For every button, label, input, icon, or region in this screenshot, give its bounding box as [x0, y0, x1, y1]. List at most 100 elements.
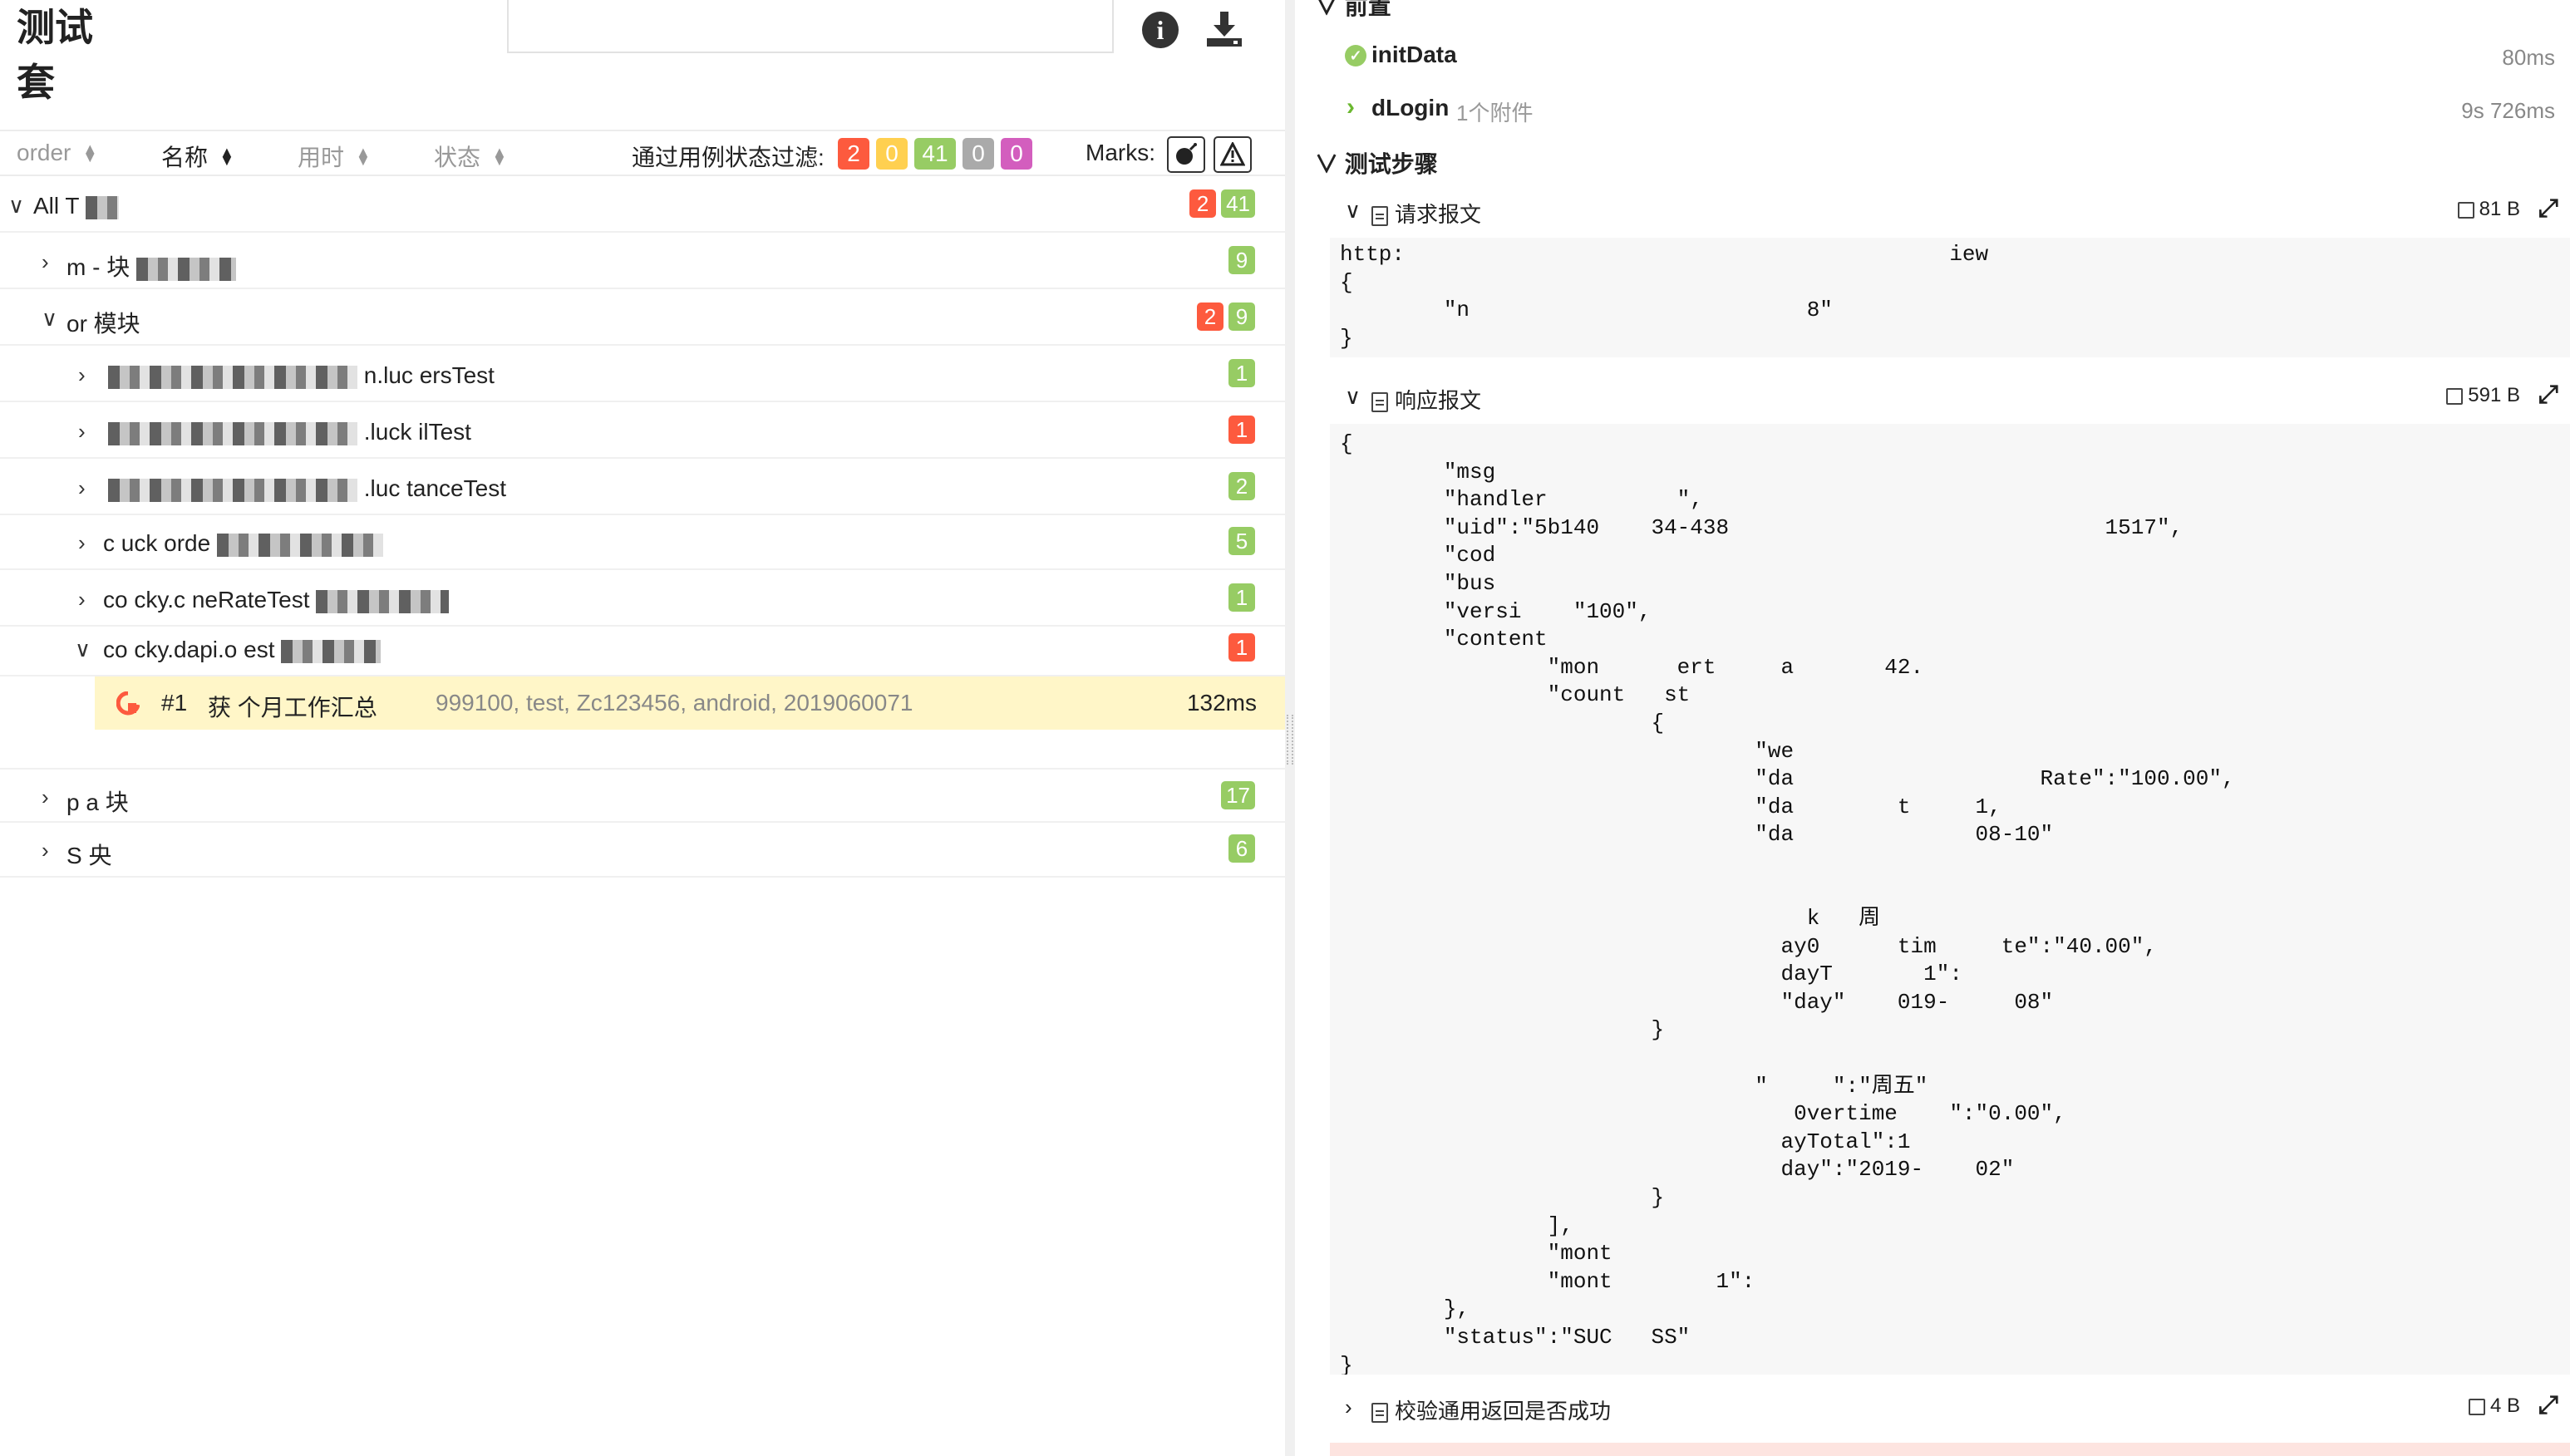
- filter-unknown-toggle[interactable]: 0: [1001, 138, 1032, 170]
- download-icon[interactable]: [1204, 8, 1245, 50]
- tree-node-counts: 1: [1228, 633, 1255, 662]
- passed-count-badge: 2: [1228, 472, 1255, 500]
- passed-count-badge: 1: [1228, 583, 1255, 612]
- response-attachment-header[interactable]: ∨ 响应报文 591 B ⤢: [1297, 376, 2570, 417]
- filter-passed-toggle[interactable]: 41: [914, 138, 956, 170]
- chevron-right-icon[interactable]: ›: [78, 362, 86, 388]
- chevron-down-icon[interactable]: ∨: [42, 306, 57, 332]
- chevron-right-icon[interactable]: ›: [78, 530, 86, 556]
- chevron-down-icon: ∨: [1345, 384, 1361, 409]
- setup-step-initdata[interactable]: ✓ initData 80ms: [1297, 30, 2570, 83]
- chevron-right-icon: ›: [1347, 93, 1355, 121]
- tree-node-counts: 1: [1228, 583, 1255, 612]
- tree-node-counts: 6: [1228, 834, 1255, 863]
- check-step-title: 校验通用返回是否成功: [1371, 1395, 1611, 1425]
- setup-step-dlogin[interactable]: › dLogin 1个附件 9s 726ms: [1297, 83, 2570, 136]
- setup-section-label: 前置: [1344, 0, 1391, 19]
- steps-section-header[interactable]: ∨ 测试步骤: [1315, 146, 1438, 180]
- tree-node-label: co cky.dapi.o est: [103, 637, 382, 663]
- sort-by-duration[interactable]: 用时 ▲ ▼: [298, 140, 371, 173]
- tree-node-counts: 1: [1228, 359, 1255, 387]
- status-filter-label: 通过用例状态过滤:: [632, 145, 825, 170]
- tree-node-label: m - 块: [66, 249, 236, 283]
- sort-filter-bar: order ▲ ▼ 名称 ▲ ▼ 用时 ▲ ▼ 状态 ▲ ▼ 通过用例状态过滤: 2 0…: [0, 130, 1285, 176]
- passed-count-badge: 6: [1228, 834, 1255, 863]
- tree-node-class[interactable]: › n.luc ersTest 1: [0, 347, 1285, 402]
- chevron-down-icon: ∨: [1345, 198, 1361, 223]
- setup-step-name: dLogin: [1371, 95, 1450, 121]
- chevron-down-icon[interactable]: ∨: [75, 637, 91, 662]
- filter-failed-toggle[interactable]: 2: [838, 138, 869, 170]
- search-input[interactable]: [507, 0, 1114, 53]
- sort-label-duration: 用时: [298, 145, 345, 170]
- tree-node-label: n.luc ersTest: [108, 362, 495, 389]
- tree-node-class-expanded[interactable]: ∨ co cky.dapi.o est 1: [0, 622, 1285, 676]
- tree-node-group[interactable]: ∨ or 模块 2 9: [0, 291, 1285, 346]
- tree-node-group[interactable]: › S 央 6: [0, 823, 1285, 878]
- chevron-down-icon[interactable]: ∨: [8, 193, 24, 219]
- failed-step-strip: [1330, 1443, 2570, 1456]
- failed-count-badge: 2: [1197, 303, 1223, 331]
- sort-label-status: 状态: [434, 145, 481, 170]
- save-icon: [2446, 387, 2464, 405]
- steps-section-label: 测试步骤: [1344, 151, 1438, 177]
- bomb-icon[interactable]: [1167, 136, 1205, 173]
- filter-skipped-toggle[interactable]: 0: [963, 138, 994, 170]
- sort-by-name[interactable]: 名称 ▲ ▼: [161, 140, 234, 173]
- test-detail-pane: ∨ 前置 ✓ initData 80ms › dLogin 1个附件 9s 72…: [1297, 0, 2570, 1456]
- status-filter-badges: 2 0 41 0 0: [838, 138, 1032, 170]
- document-icon: [1371, 206, 1388, 227]
- tree-node-class[interactable]: › .luc tanceTest 2: [0, 460, 1285, 515]
- setup-step-name: initData: [1371, 42, 1457, 67]
- filter-broken-toggle[interactable]: 0: [876, 138, 908, 170]
- tree-node-label: co cky.c neRateTest: [103, 587, 450, 613]
- tree-node-class[interactable]: › co cky.c neRateTest 1: [0, 572, 1285, 627]
- expand-icon[interactable]: ⤢: [2538, 381, 2558, 409]
- suite-title: 测试套: [17, 6, 93, 104]
- document-icon: [1371, 392, 1388, 413]
- tree-node-counts: 2: [1228, 472, 1255, 500]
- chevron-right-icon[interactable]: ›: [78, 587, 86, 612]
- expand-icon[interactable]: ⤢: [2538, 1391, 2558, 1419]
- chevron-right-icon[interactable]: ›: [78, 419, 86, 445]
- passed-count-badge: 41: [1221, 189, 1255, 218]
- sort-label-name: 名称: [161, 145, 209, 170]
- response-attachment-title: 响应报文: [1371, 384, 1481, 415]
- tree-node-all[interactable]: ∨ All T 2 41: [0, 178, 1285, 233]
- tree-node-label: All T: [33, 193, 119, 219]
- tree-node-class[interactable]: › c uck orde 5: [0, 515, 1285, 570]
- chevron-right-icon[interactable]: ›: [42, 785, 49, 810]
- tree-node-class[interactable]: › .luck ilTest 1: [0, 404, 1285, 459]
- test-case-name: 获 个月工作汇总: [208, 695, 377, 721]
- response-attachment-size: 591 B: [2446, 384, 2520, 407]
- sort-by-order[interactable]: order ▲ ▼: [17, 140, 97, 166]
- failed-count-badge: 1: [1228, 416, 1255, 444]
- tree-node-label: c uck orde: [103, 530, 383, 557]
- tree-node-group[interactable]: › p a 块 17: [0, 768, 1285, 823]
- splitter-grip-icon[interactable]: [1287, 715, 1293, 765]
- selected-test-case[interactable]: #1 获 个月工作汇总 999100, test, Zc123456, andr…: [95, 676, 1285, 730]
- failed-count-badge: 1: [1228, 633, 1255, 662]
- check-circle-icon: ✓: [1345, 45, 1366, 66]
- tree-node-counts: 2 9: [1197, 303, 1255, 331]
- sort-arrows-icon: ▲ ▼: [219, 144, 234, 169]
- warning-triangle-icon[interactable]: [1214, 136, 1252, 173]
- expand-icon[interactable]: ⤢: [2538, 194, 2558, 223]
- tree-node-label: or 模块: [66, 311, 140, 337]
- check-step-header[interactable]: › 校验通用返回是否成功 4 B ⤢: [1297, 1386, 2570, 1428]
- setup-section-header[interactable]: ∨ 前置: [1315, 0, 1391, 22]
- check-step-size: 4 B: [2468, 1395, 2520, 1418]
- test-suite-pane: 测试套 i order ▲ ▼ 名称 ▲ ▼ 用时 ▲ ▼ 状态 ▲ ▼ 通过用例状态过…: [0, 0, 1285, 1456]
- info-circle-icon[interactable]: i: [1142, 12, 1179, 48]
- tree-node-label: p a 块: [66, 789, 129, 815]
- tree-node-label: S 央: [66, 843, 112, 868]
- sort-arrows-icon: ▲ ▼: [492, 144, 507, 169]
- chevron-right-icon[interactable]: ›: [42, 249, 49, 275]
- sort-by-status[interactable]: 状态 ▲ ▼: [434, 140, 507, 173]
- tree-node-counts: 17: [1221, 781, 1255, 809]
- chevron-right-icon: ›: [1345, 1395, 1352, 1419]
- chevron-right-icon[interactable]: ›: [78, 475, 86, 501]
- request-attachment-header[interactable]: ∨ 请求报文 81 B ⤢: [1297, 189, 2570, 231]
- chevron-right-icon[interactable]: ›: [42, 838, 49, 863]
- tree-node-group[interactable]: › m - 块 9: [0, 234, 1285, 289]
